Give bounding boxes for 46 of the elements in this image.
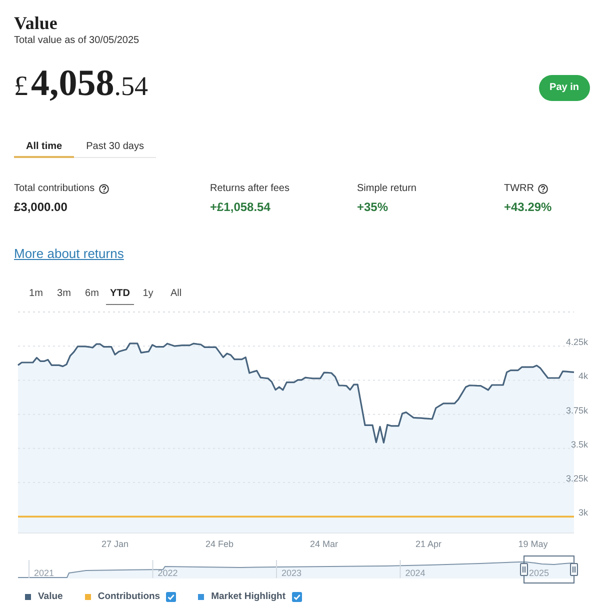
legend-label: Contributions [98,590,160,604]
stat-value: £3,000.00 [14,199,68,216]
legend-label: Value [38,590,63,604]
y-axis-label: 3.25k [566,474,588,484]
stat-value: +35% [357,199,388,216]
year-label: 2024 [405,568,426,578]
more-about-returns-link[interactable]: More about returns [14,245,124,263]
y-axis-label: 3k [578,508,588,518]
y-axis-label: 3.5k [570,439,588,450]
x-axis-label: 24 Mar [310,539,338,549]
range-tab[interactable]: YTD [106,283,134,305]
x-axis-label: 27 Jan [102,539,129,549]
range-tab[interactable]: 1y [134,283,162,305]
checkbox[interactable] [292,592,302,602]
x-axis-label: 24 Feb [206,539,234,549]
navigator-window[interactable] [524,556,574,584]
x-axis-label: 21 Apr [415,539,442,549]
help-icon[interactable] [538,184,548,194]
range-handle[interactable] [570,563,578,576]
year-label: 2025 [529,568,550,578]
stat-value: +43.29% [504,199,552,216]
balance-amount: £4,058.54 [14,62,148,106]
stat-label: Total contributions [14,182,95,196]
stat-label: Returns after fees [210,182,290,196]
y-axis-label: 4.25k [566,337,588,348]
stat-label: TWRR [504,182,534,196]
section-title: Value [14,12,58,34]
range-tab[interactable]: 3m [50,283,78,305]
period-tab[interactable]: Past 30 days [74,137,156,158]
period-tab[interactable]: All time [14,137,74,158]
year-label: 2022 [158,568,178,578]
stat-value: +£1,058.54 [210,199,270,216]
y-axis-label: 3.75k [566,405,588,416]
year-label: 2021 [34,568,54,578]
range-handle[interactable] [520,563,528,576]
stat-label: Simple return [357,182,416,196]
help-icon[interactable] [98,184,109,194]
y-axis-label: 4k [578,371,588,382]
x-axis-label: 19 May [518,539,548,549]
legend-label: Market Highlight [211,590,286,604]
range-tab[interactable]: All [162,283,190,305]
checkbox[interactable] [166,592,176,602]
value-date-text: Total value as of 30/05/2025 [14,34,140,48]
range-tab[interactable]: 6m [78,283,106,305]
year-label: 2023 [282,568,302,578]
range-tab[interactable]: 1m [22,283,50,305]
